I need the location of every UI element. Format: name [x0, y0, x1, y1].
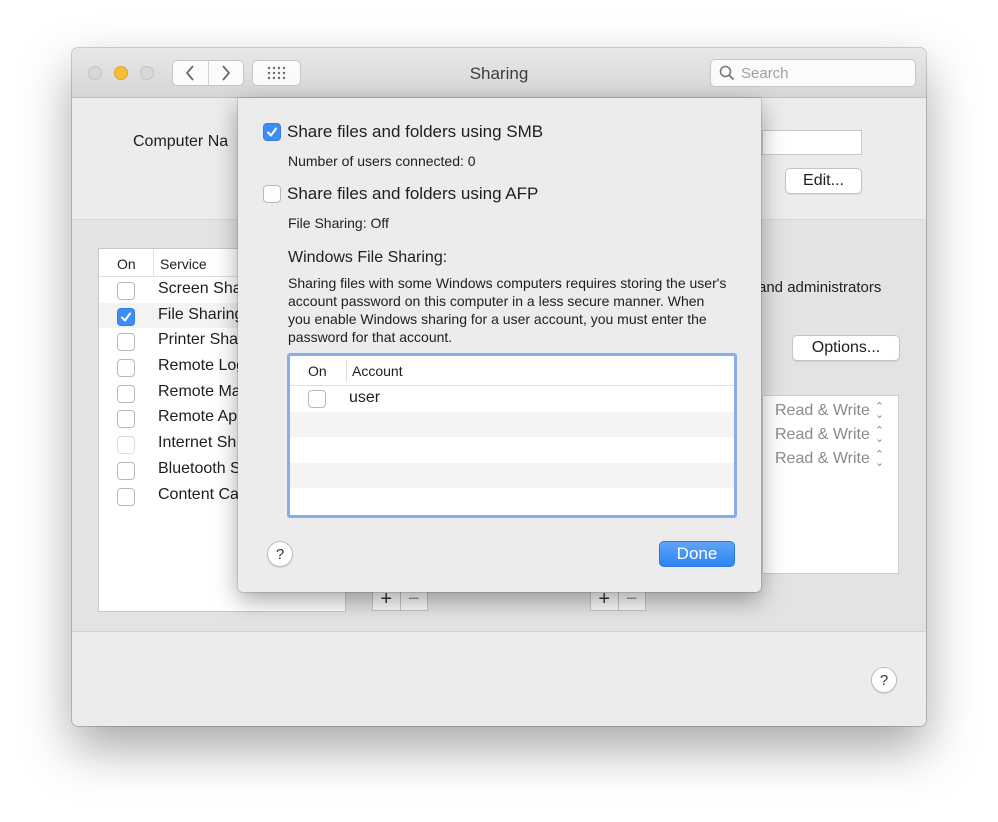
smb-checkbox[interactable] — [263, 123, 281, 141]
checkmark-icon — [121, 312, 131, 322]
service-label: Remote App — [158, 408, 247, 426]
edit-button[interactable]: Edit... — [785, 168, 862, 194]
permission-value: Read & Write — [775, 402, 870, 419]
options-button[interactable]: Options... — [792, 335, 900, 361]
afp-checkbox[interactable] — [263, 185, 281, 203]
afp-option[interactable]: Share files and folders using AFP — [263, 184, 538, 204]
service-label: File Sharing — [158, 305, 244, 323]
header-service: Service — [153, 249, 207, 277]
account-checkbox[interactable] — [308, 390, 326, 408]
search-input[interactable] — [741, 64, 901, 82]
table-row — [290, 488, 734, 514]
header-on: On — [308, 363, 327, 379]
service-checkbox[interactable] — [117, 487, 135, 506]
accounts-table-header: On Account — [290, 356, 734, 386]
header-account: Account — [346, 360, 403, 382]
permission-value: Read & Write — [775, 426, 870, 443]
service-label: Bluetooth S — [158, 459, 241, 477]
service-checkbox[interactable] — [117, 436, 135, 455]
service-label: Internet Sh — [158, 434, 237, 452]
service-checkbox[interactable] — [117, 307, 135, 326]
service-label: Printer Sha — [158, 331, 239, 349]
table-row — [290, 437, 734, 463]
computer-name-label: Computer Na — [133, 133, 229, 150]
search-field[interactable] — [710, 59, 916, 87]
checkmark-icon — [267, 127, 277, 137]
smb-status: Number of users connected: 0 — [288, 153, 476, 169]
smb-label: Share files and folders using SMB — [287, 122, 544, 141]
table-row — [290, 411, 734, 437]
permission-popup[interactable]: Read & Write ⌃ ⌄ — [775, 425, 885, 445]
service-description: and administrators — [758, 279, 882, 296]
afp-label: Share files and folders using AFP — [287, 184, 539, 203]
table-row — [290, 462, 734, 488]
accounts-table: On Account user — [287, 353, 737, 518]
add-user-button[interactable]: + — [591, 588, 618, 610]
service-label: Content Ca — [158, 485, 239, 503]
service-label: Remote Log — [158, 357, 246, 375]
service-checkbox[interactable] — [117, 333, 135, 352]
file-sharing-options-sheet: Share files and folders using SMB Number… — [238, 98, 761, 592]
table-row[interactable]: user — [290, 386, 734, 412]
title-bar: Sharing — [72, 48, 926, 98]
permission-popup[interactable]: Read & Write ⌃ ⌄ — [775, 449, 885, 469]
add-folder-button[interactable]: + — [373, 588, 400, 610]
help-button[interactable]: ? — [871, 667, 897, 693]
service-checkbox[interactable] — [117, 461, 135, 480]
search-icon — [719, 65, 735, 81]
account-name: user — [349, 389, 381, 406]
windows-sharing-heading: Windows File Sharing: — [288, 249, 448, 266]
service-checkbox[interactable] — [117, 410, 135, 429]
permissions-list: Read & Write ⌃ ⌄ Read & Write ⌃ ⌄ Read & Wri… — [762, 395, 899, 574]
remove-folder-button[interactable]: − — [399, 588, 428, 610]
windows-sharing-description: Sharing files with some Windows computer… — [288, 275, 727, 345]
permission-value: Read & Write — [775, 450, 870, 467]
service-checkbox[interactable] — [117, 384, 135, 403]
sheet-help-button[interactable]: ? — [267, 541, 293, 567]
remove-user-button[interactable]: − — [617, 588, 646, 610]
service-label: Screen Sha — [158, 280, 242, 297]
afp-status: File Sharing: Off — [288, 215, 389, 231]
computer-name-field[interactable] — [762, 130, 862, 155]
up-down-arrows-icon: ⌃ ⌄ — [874, 425, 885, 445]
service-label: Remote Ma — [158, 382, 241, 400]
permission-popup[interactable]: Read & Write ⌃ ⌄ — [775, 401, 885, 421]
up-down-arrows-icon: ⌃ ⌄ — [874, 449, 885, 469]
service-checkbox[interactable] — [117, 359, 135, 378]
up-down-arrows-icon: ⌃ ⌄ — [874, 401, 885, 421]
done-button[interactable]: Done — [659, 541, 735, 567]
smb-option[interactable]: Share files and folders using SMB — [263, 122, 543, 142]
service-checkbox[interactable] — [117, 282, 135, 300]
header-on: On — [117, 256, 136, 272]
